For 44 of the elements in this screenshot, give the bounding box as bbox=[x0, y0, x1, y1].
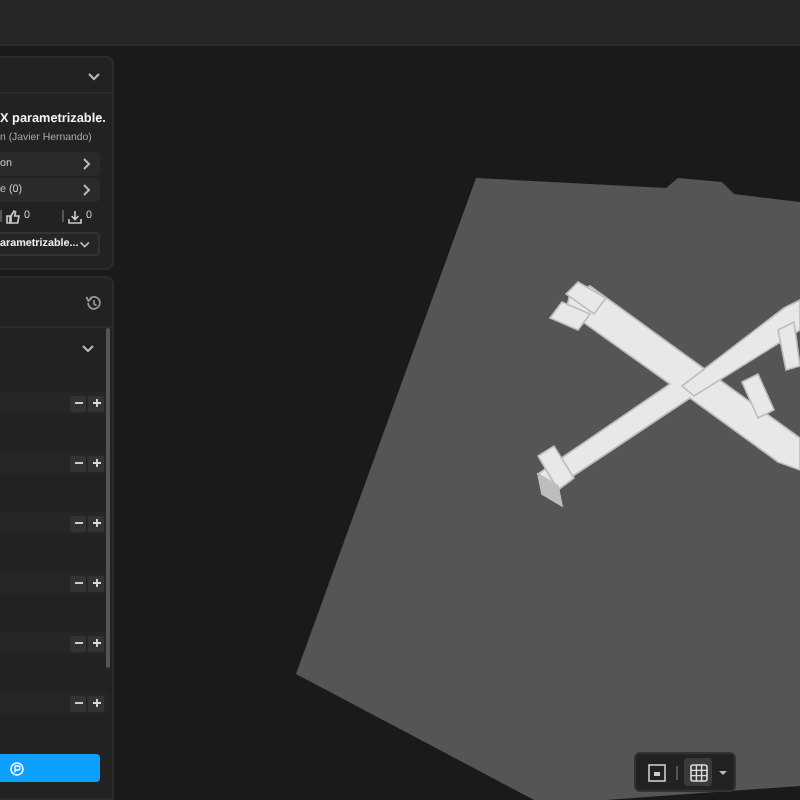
grid-icon bbox=[689, 763, 707, 781]
chevron-down-icon bbox=[86, 67, 102, 83]
minus-button[interactable] bbox=[70, 695, 86, 711]
number-field[interactable] bbox=[0, 512, 108, 534]
plus-icon bbox=[91, 398, 101, 408]
minus-button[interactable] bbox=[70, 395, 86, 411]
minus-icon bbox=[73, 398, 83, 408]
history-button[interactable] bbox=[82, 292, 102, 312]
number-field[interactable] bbox=[0, 572, 108, 594]
number-field[interactable] bbox=[0, 452, 108, 474]
box-icon bbox=[647, 763, 665, 781]
minus-icon bbox=[73, 458, 83, 468]
scrollbar[interactable] bbox=[106, 328, 110, 668]
view-button[interactable] bbox=[642, 758, 670, 786]
number-field[interactable] bbox=[0, 692, 108, 714]
plus-button[interactable] bbox=[88, 575, 104, 591]
minus-icon bbox=[73, 578, 83, 588]
minus-icon bbox=[73, 638, 83, 648]
minus-icon bbox=[73, 698, 83, 708]
plus-icon bbox=[91, 518, 101, 528]
plus-icon bbox=[91, 578, 101, 588]
minus-button[interactable] bbox=[70, 515, 86, 531]
plus-icon bbox=[91, 638, 101, 648]
plus-button[interactable] bbox=[88, 455, 104, 471]
download-icon bbox=[68, 209, 82, 223]
number-field[interactable] bbox=[0, 632, 108, 654]
plus-icon bbox=[91, 698, 101, 708]
minus-button[interactable] bbox=[70, 575, 86, 591]
plus-button[interactable] bbox=[88, 515, 104, 531]
caret-icon bbox=[718, 767, 728, 777]
plus-button[interactable] bbox=[88, 695, 104, 711]
number-field[interactable] bbox=[0, 392, 108, 414]
coin-icon bbox=[10, 761, 24, 775]
minus-icon bbox=[73, 518, 83, 528]
chevron-down-icon bbox=[80, 340, 96, 356]
chevron-down-icon bbox=[78, 236, 92, 252]
plus-icon bbox=[91, 458, 101, 468]
view-button[interactable] bbox=[684, 758, 712, 786]
thumbs-up-icon bbox=[6, 209, 20, 223]
history-icon bbox=[83, 293, 101, 311]
minus-button[interactable] bbox=[70, 455, 86, 471]
plus-button[interactable] bbox=[88, 395, 104, 411]
plus-button[interactable] bbox=[88, 635, 104, 651]
minus-button[interactable] bbox=[70, 635, 86, 651]
